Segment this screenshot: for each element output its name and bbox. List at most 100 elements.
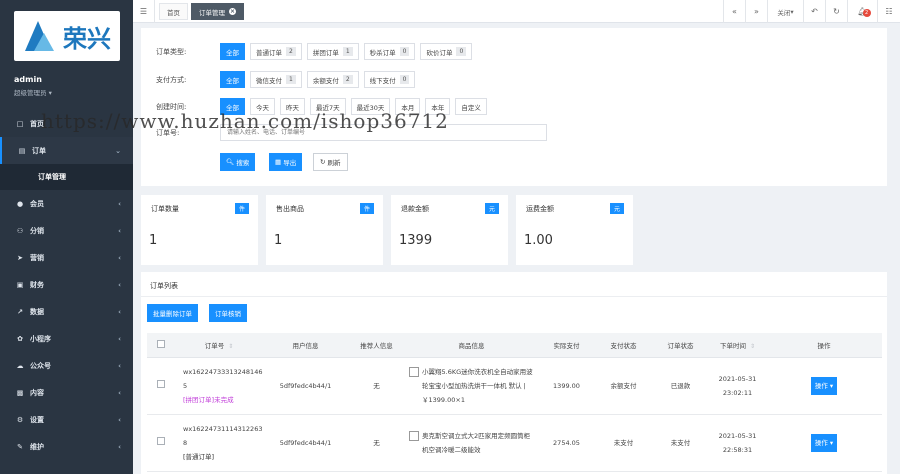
tabs-prev-button[interactable]: «	[723, 0, 745, 23]
sidebar-item-finance[interactable]: ▣ 财务 ‹	[0, 271, 133, 298]
col-order-no[interactable]: 订单号 ⇕	[175, 333, 263, 358]
caret-down-icon: ▾	[790, 7, 794, 16]
close-tabs-dropdown[interactable]: 关闭 ▾	[767, 0, 803, 23]
more-button[interactable]: ☷	[877, 0, 900, 23]
chevron-down-icon: ⌄	[115, 146, 121, 155]
stat-label: 运费金额	[526, 205, 554, 213]
select-all-checkbox[interactable]	[147, 333, 175, 358]
order-type-tag: [普通订单]	[183, 452, 215, 461]
order-status: 已退款	[652, 357, 709, 415]
logo: 荣兴	[14, 11, 120, 61]
order-no-suffix: 8	[183, 438, 188, 447]
product-image	[409, 366, 419, 377]
chip-type-normal[interactable]: 普通订单 2	[250, 43, 302, 60]
export-button[interactable]: ▦ 导出	[269, 153, 303, 171]
sidebar-item-orders[interactable]: ▤ 订单 ⌄	[0, 137, 133, 164]
back-button[interactable]: ↶	[803, 0, 825, 23]
menu-list-icon: ☷	[885, 7, 893, 16]
col-order-status: 订单状态	[652, 333, 709, 358]
goods-info[interactable]: 小翼翔5.6KG迷你洗衣机全自动家用波轮宝宝小型加热洗烘干一体机 默认 | ￥1…	[422, 365, 534, 407]
paid-amount: 1399.00	[538, 357, 595, 415]
chip-type-all[interactable]: 全部	[220, 43, 245, 60]
user-info: 5df9fedc4b44/1	[263, 357, 348, 415]
user-icon: ●	[16, 199, 24, 208]
square-icon: □	[16, 119, 24, 128]
col-referrer: 推荐人信息	[348, 333, 405, 358]
sort-icon[interactable]: ⇕	[750, 343, 755, 350]
sidebar-item-maintenance[interactable]: ✎ 维护 ‹	[0, 433, 133, 460]
stat-label: 退款金额	[401, 205, 429, 213]
sidebar-item-marketing[interactable]: ➤ 营销 ‹	[0, 244, 133, 271]
order-status: 未支付	[652, 414, 709, 472]
search-button[interactable]: 🔍︎ 搜索	[220, 153, 256, 171]
tabs-next-button[interactable]: »	[745, 0, 767, 23]
order-verify-button[interactable]: 订单核销	[209, 304, 247, 322]
chevron-left-icon: ‹	[118, 361, 121, 370]
col-user: 用户信息	[263, 333, 348, 358]
user-info[interactable]: admin 超级管理员 ▾	[14, 75, 52, 97]
sidebar: 荣兴 admin 超级管理员 ▾ □ 首页 ▤ 订单 ⌄ 订单管理 ● 会员 ‹ ⚇ 分销 ‹…	[0, 0, 133, 474]
chip-time-custom[interactable]: 自定义	[455, 98, 487, 115]
bell-icon: 🔔︎2	[857, 7, 871, 17]
col-goods: 商品信息	[405, 333, 538, 358]
refresh-icon: ↻	[833, 7, 840, 16]
col-order-time[interactable]: 下单时间 ⇕	[709, 333, 766, 358]
hamburger-icon: ☰	[139, 7, 148, 16]
order-time: 23:02:11	[722, 388, 753, 397]
row-checkbox[interactable]	[147, 414, 175, 472]
action-dropdown-button[interactable]: 操作 ▾	[810, 376, 838, 395]
sidebar-item-content[interactable]: ▩ 内容 ‹	[0, 379, 133, 406]
user-info: 5df9fedc4b44/1	[263, 414, 348, 472]
chip-pay-wechat[interactable]: 微信支付 1	[250, 71, 302, 88]
sidebar-item-miniprogram[interactable]: ✿ 小程序 ‹	[0, 325, 133, 352]
stat-sold-goods: 售出商品 件 1	[266, 195, 383, 265]
chip-type-seckill[interactable]: 秒杀订单 0	[363, 43, 416, 60]
table-row: wx16224733313248146 5 [拼团订单]未完成 5df9fedc…	[147, 357, 882, 415]
sidebar-subitem-order-manage[interactable]: 订单管理	[0, 164, 133, 190]
stat-unit-badge: 元	[609, 203, 624, 214]
chevron-left-icon: ‹	[118, 307, 121, 316]
chip-pay-balance[interactable]: 余额支付 2	[306, 71, 359, 88]
order-no-suffix: 5	[183, 381, 188, 390]
stat-refund-amount: 退款金额 元 1399	[391, 195, 508, 265]
double-right-icon: »	[754, 7, 759, 16]
user-role[interactable]: 超级管理员 ▾	[14, 87, 52, 97]
sidebar-item-distribution[interactable]: ⚇ 分销 ‹	[0, 217, 133, 244]
order-table: 订单号 ⇕ 用户信息 推荐人信息 商品信息 实际支付 支付状态 订单状态 下单时间…	[147, 333, 882, 472]
chevron-left-icon: ‹	[118, 442, 121, 451]
tab-order-manage[interactable]: 订单管理 ×	[191, 3, 244, 20]
refresh-button[interactable]: ↻	[825, 0, 847, 23]
stat-value: 1.00	[524, 233, 553, 248]
double-left-icon: «	[732, 7, 737, 16]
sidebar-item-data[interactable]: ↗ 数据 ‹	[0, 298, 133, 325]
chevron-left-icon: ‹	[118, 388, 121, 397]
stat-value: 1	[274, 233, 283, 248]
chip-pay-offline[interactable]: 线下支付 0	[363, 71, 416, 88]
chip-pay-all[interactable]: 全部	[220, 71, 245, 88]
close-icon[interactable]: ×	[229, 8, 236, 15]
stat-order-count: 订单数量 件 1	[141, 195, 258, 265]
stat-value: 1	[149, 233, 158, 248]
sidebar-item-settings[interactable]: ⚙ 设置 ‹	[0, 406, 133, 433]
menu-toggle-button[interactable]: ☰	[133, 0, 155, 23]
batch-delete-button[interactable]: 批量删除订单	[147, 304, 198, 322]
tab-home[interactable]: 首页	[159, 3, 188, 20]
sidebar-item-members[interactable]: ● 会员 ‹	[0, 190, 133, 217]
stat-value: 1399	[399, 233, 433, 248]
content-icon: ▩	[16, 388, 24, 397]
notification-button[interactable]: 🔔︎2	[847, 0, 877, 23]
paid-amount: 2754.05	[538, 414, 595, 472]
chip-type-bargain[interactable]: 砍价订单 0	[420, 43, 473, 60]
topbar: ☰ 首页 订单管理× « » 关闭▾ ↶ ↻ 🔔︎2 ☷	[133, 0, 900, 23]
sort-icon[interactable]: ⇕	[228, 343, 233, 350]
search-icon: 🔍︎	[226, 158, 235, 166]
goods-info[interactable]: 奥克斯空调立式大2匹家用定频圆筒柜机空调冷暖二级能效	[422, 429, 534, 457]
chevron-left-icon: ‹	[118, 226, 121, 235]
action-dropdown-button[interactable]: 操作 ▾	[810, 433, 838, 452]
filter-pay-method: 支付方式: 全部 微信支付 1 余额支付 2 线下支付 0	[156, 71, 420, 88]
sidebar-item-wechat[interactable]: ☁ 公众号 ‹	[0, 352, 133, 379]
row-checkbox[interactable]	[147, 357, 175, 415]
col-action: 操作	[766, 333, 882, 358]
refresh-filter-button[interactable]: ↻ 刷新	[313, 153, 348, 171]
chip-type-group[interactable]: 拼团订单 1	[306, 43, 359, 60]
